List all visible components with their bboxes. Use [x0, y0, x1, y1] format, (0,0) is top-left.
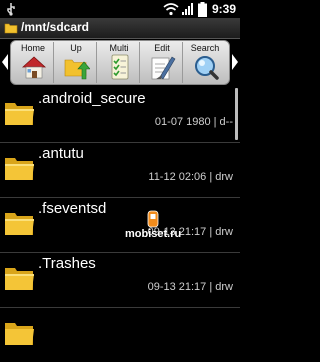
signal-icon	[181, 3, 193, 15]
phone-logo-icon	[147, 210, 159, 228]
file-meta: 01-07 1980 | d--	[154, 116, 233, 128]
file-row[interactable]: .antutu 11-12 02:06 | drw	[0, 143, 240, 198]
status-bar: 9:39	[0, 0, 240, 18]
file-name: .fseventsd	[38, 200, 107, 217]
file-meta: 11-12 02:06 | drw	[148, 171, 233, 183]
edit-button-label: Edit	[154, 43, 170, 53]
home-button[interactable]: Home	[12, 42, 54, 83]
watermark-text: mobiset.ru	[125, 228, 182, 240]
folder-up-icon	[64, 59, 90, 80]
clock: 9:39	[211, 2, 236, 16]
usb-icon	[7, 3, 15, 16]
watermark: mobiset.ru	[120, 210, 220, 242]
home-icon	[21, 56, 47, 79]
search-button-label: Search	[190, 43, 220, 53]
folder-icon	[4, 23, 18, 34]
toolbar-panel: Home Up Multi Edit Search	[10, 40, 230, 85]
file-row[interactable]: .android_secure 01-07 1980 | d--	[0, 88, 240, 143]
scroll-left-arrow-icon[interactable]	[1, 52, 9, 72]
scrollbar[interactable]	[235, 88, 238, 140]
multi-button-label: Multi	[109, 43, 129, 53]
file-row[interactable]: .Trashes 09-13 21:17 | drw	[0, 253, 240, 308]
home-button-label: Home	[20, 43, 45, 53]
folder-icon	[5, 103, 34, 125]
path-bar[interactable]: /mnt/sdcard	[0, 18, 240, 39]
file-meta: 09-13 21:17 | drw	[147, 281, 233, 293]
up-button[interactable]: Up	[55, 42, 97, 83]
multi-button[interactable]: Multi	[98, 42, 140, 83]
search-button[interactable]: Search	[184, 42, 226, 83]
file-name: .android_secure	[38, 90, 146, 107]
scroll-right-arrow-icon[interactable]	[231, 52, 239, 72]
folder-icon	[5, 323, 34, 345]
edit-icon	[151, 56, 176, 80]
file-name: .Trashes	[38, 255, 96, 272]
current-path: /mnt/sdcard	[21, 20, 90, 34]
multi-select-icon	[111, 54, 129, 80]
folder-icon	[5, 268, 34, 290]
folder-icon	[5, 213, 34, 235]
up-button-label: Up	[70, 43, 82, 53]
search-icon	[195, 56, 219, 80]
battery-icon	[197, 1, 207, 17]
toolbar: Home Up Multi Edit Search	[0, 39, 240, 87]
file-name: .antutu	[38, 145, 84, 162]
wifi-icon	[163, 3, 179, 16]
folder-icon	[5, 158, 34, 180]
file-row[interactable]	[0, 308, 240, 362]
edit-button[interactable]: Edit	[141, 42, 183, 83]
